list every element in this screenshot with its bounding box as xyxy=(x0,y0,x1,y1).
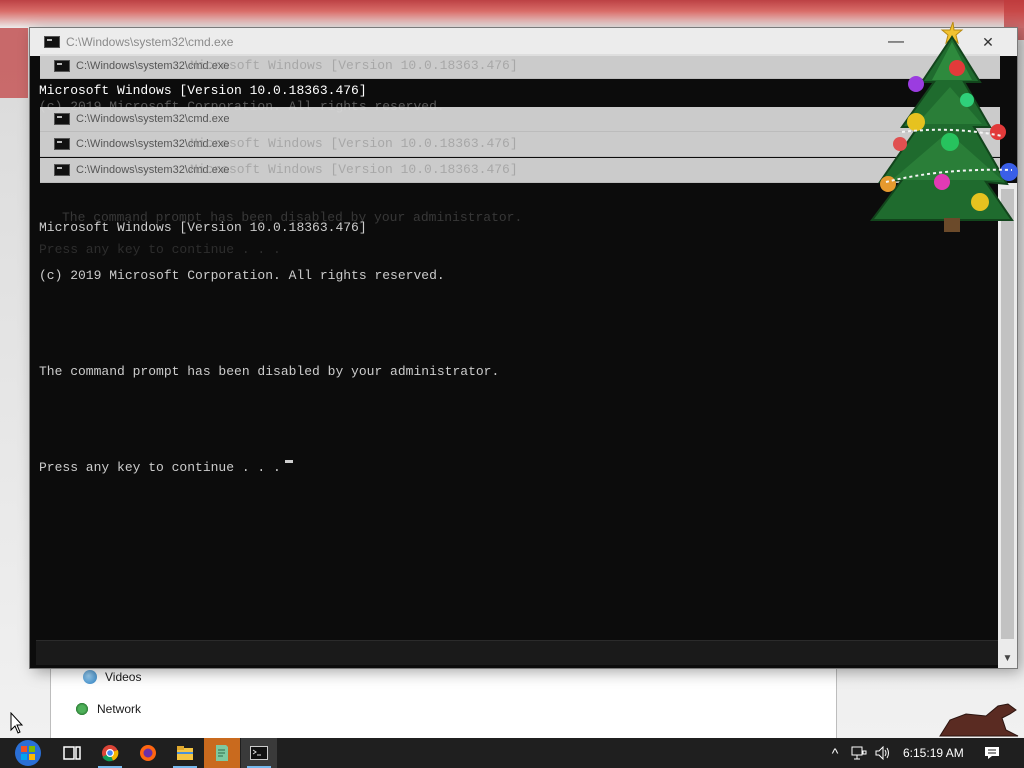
ghost-cmd-window[interactable]: C:\Windows\system32\cmd.exe Microsoft Wi… xyxy=(40,54,1000,79)
ghost-cmd-window[interactable]: C:\Windows\system32\cmd.exe xyxy=(40,107,1000,132)
text-cursor xyxy=(284,460,293,463)
ghost-cmd-window[interactable]: C:\Windows\system32\cmd.exe Microsoft Wi… xyxy=(40,158,1000,183)
taskbar-clock[interactable]: 6:15:19 AM xyxy=(903,738,964,768)
ghost-line: Microsoft Windows [Version 10.0.18363.47… xyxy=(190,58,518,73)
network-icon xyxy=(75,702,89,716)
console-top-line: Microsoft Windows [Version 10.0.18363.47… xyxy=(39,83,367,98)
scrollbar-thumb[interactable] xyxy=(1001,189,1014,639)
decorative-horse-icon xyxy=(939,703,1019,737)
folder-icon xyxy=(177,746,193,760)
ghost-line: Microsoft Windows [Version 10.0.18363.47… xyxy=(190,136,518,151)
cmd-icon xyxy=(250,746,268,760)
console-prompt-line: Press any key to continue . . . xyxy=(39,460,499,476)
mouse-pointer-icon xyxy=(10,712,24,734)
action-center-button[interactable] xyxy=(980,738,1004,768)
videos-icon xyxy=(83,670,97,684)
cmd-icon xyxy=(54,138,70,150)
nav-item-network[interactable]: Network xyxy=(75,702,141,716)
file-explorer-window: Videos Network xyxy=(50,660,837,740)
notepad-icon xyxy=(216,745,228,761)
show-hidden-icons-button[interactable]: ^ xyxy=(826,738,844,768)
windows-orb-icon xyxy=(15,740,41,766)
scroll-down-arrow-icon[interactable]: ▼ xyxy=(998,649,1017,668)
chrome-icon xyxy=(102,745,119,762)
ghost-line: Microsoft Windows [Version 10.0.18363.47… xyxy=(190,162,518,177)
taskbar-app-notepad[interactable] xyxy=(204,738,240,768)
cmd-icon xyxy=(54,60,70,72)
ethernet-icon xyxy=(851,746,867,760)
window-title: C:\Windows\system32\cmd.exe xyxy=(66,35,234,49)
background-window-edge xyxy=(0,28,28,98)
christmas-tree-icon xyxy=(870,21,1018,232)
network-tray-button[interactable] xyxy=(848,738,870,768)
vertical-scrollbar[interactable]: ▼ xyxy=(998,183,1017,668)
ghost-cmd-window[interactable]: C:\Windows\system32\cmd.exe Microsoft Wi… xyxy=(40,132,1000,157)
volume-tray-button[interactable] xyxy=(872,738,894,768)
task-view-button[interactable] xyxy=(54,738,90,768)
task-view-icon xyxy=(63,746,81,760)
taskbar: ^ 6:15:19 AM xyxy=(0,738,1024,768)
taskbar-app-cmd[interactable] xyxy=(241,738,277,768)
console-line: Press any key to continue . . . xyxy=(39,460,281,475)
taskbar-app-file-explorer[interactable] xyxy=(167,738,203,768)
console-bottom-edge xyxy=(36,640,998,665)
console-output[interactable]: Microsoft Windows [Version 10.0.18363.47… xyxy=(39,188,499,508)
nav-item-videos[interactable]: Videos xyxy=(83,670,141,684)
start-button[interactable] xyxy=(8,738,48,768)
ghost-title: C:\Windows\system32\cmd.exe xyxy=(76,113,230,125)
nav-item-label: Videos xyxy=(105,670,142,684)
cmd-icon xyxy=(44,36,60,48)
console-line: The command prompt has been disabled by … xyxy=(39,364,500,379)
cmd-icon xyxy=(54,113,70,125)
taskbar-app-firefox[interactable] xyxy=(130,738,166,768)
speaker-icon xyxy=(875,746,889,760)
notification-icon xyxy=(985,747,999,759)
cmd-icon xyxy=(54,164,70,176)
console-line: Microsoft Windows [Version 10.0.18363.47… xyxy=(39,220,367,235)
taskbar-app-chrome[interactable] xyxy=(92,738,128,768)
firefox-icon xyxy=(140,745,156,761)
console-line: (c) 2019 Microsoft Corporation. All righ… xyxy=(39,268,445,283)
nav-item-label: Network xyxy=(97,702,142,716)
chevron-up-icon: ^ xyxy=(831,745,839,761)
